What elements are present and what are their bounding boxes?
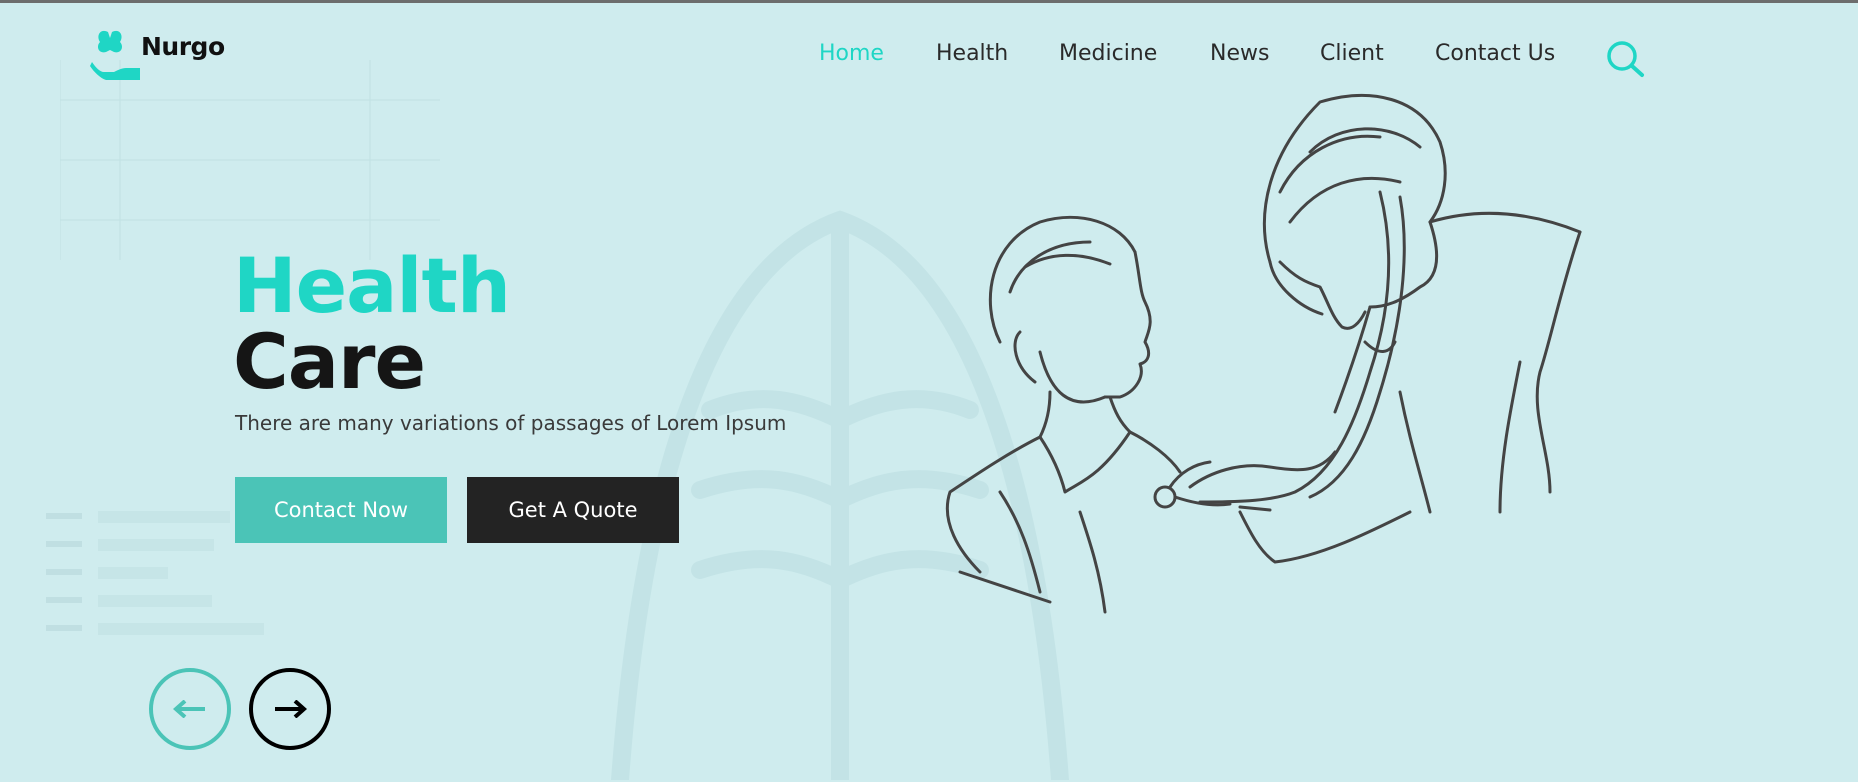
nav-item-client[interactable]: Client xyxy=(1320,41,1384,66)
nav-item-contact-us[interactable]: Contact Us xyxy=(1435,41,1555,66)
brand-logo[interactable]: Nurgo xyxy=(88,28,238,88)
top-border xyxy=(0,0,1858,3)
background-grid-decoration xyxy=(60,60,440,260)
contact-now-button[interactable]: Contact Now xyxy=(235,477,447,543)
nav-item-health[interactable]: Health xyxy=(936,41,1008,66)
hero-title-line2: Care xyxy=(233,317,426,406)
nav-item-home[interactable]: Home xyxy=(819,41,884,66)
hero-subtitle: There are many variations of passages of… xyxy=(235,411,787,435)
nav-item-news[interactable]: News xyxy=(1210,41,1269,66)
get-a-quote-button[interactable]: Get A Quote xyxy=(467,477,679,543)
search-button[interactable] xyxy=(1604,38,1646,80)
arrow-left-icon xyxy=(173,700,205,718)
slider-next-button[interactable] xyxy=(249,668,331,750)
brand-name: Nurgo xyxy=(141,32,225,61)
arrow-right-icon xyxy=(275,700,307,718)
doctor-examining-boy-illustration xyxy=(945,94,1582,614)
nav-item-medicine[interactable]: Medicine xyxy=(1059,41,1157,66)
search-icon xyxy=(1607,41,1644,77)
slider-prev-button[interactable] xyxy=(149,668,231,750)
